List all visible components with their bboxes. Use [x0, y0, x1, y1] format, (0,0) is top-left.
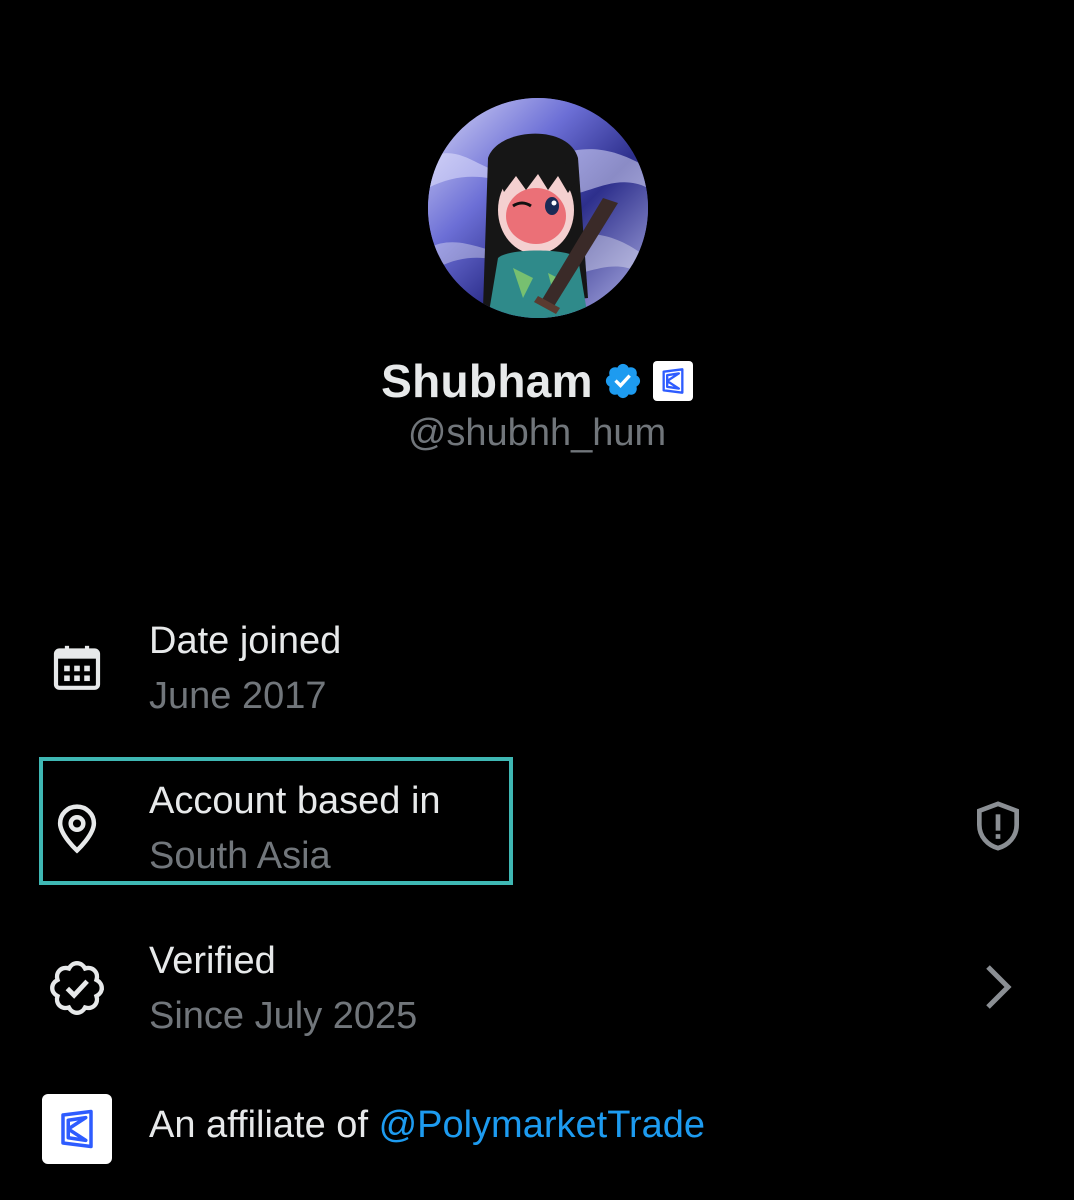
date-joined-label: Date joined — [149, 620, 342, 662]
date-joined-value: June 2017 — [149, 675, 327, 717]
profile-avatar[interactable] — [428, 98, 648, 318]
affiliate-link[interactable]: @PolymarketTrade — [379, 1104, 706, 1146]
verified-badge-icon[interactable] — [603, 361, 643, 401]
profile-name-row: Shubham — [0, 350, 1074, 412]
profile-handle: @shubhh_hum — [407, 412, 667, 454]
affiliate-logo[interactable] — [42, 1094, 112, 1164]
highlight-box — [39, 757, 513, 885]
shield-alert-icon[interactable] — [970, 798, 1026, 854]
verified-value: Since July 2025 — [149, 995, 418, 1037]
verified-label: Verified — [149, 940, 276, 982]
affiliate-badge[interactable] — [652, 361, 693, 401]
polymarket-logo-icon — [61, 1109, 93, 1149]
anime-avatar-image — [428, 98, 648, 318]
display-name: Shubham — [381, 355, 593, 407]
polymarket-logo-icon — [662, 368, 684, 394]
affiliate-prefix: An affiliate of — [149, 1104, 379, 1146]
date-joined-row: Date joined June 2017 — [0, 618, 1074, 718]
chevron-right-icon[interactable] — [970, 959, 1026, 1015]
calendar-icon — [44, 635, 110, 701]
verified-row[interactable]: Verified Since July 2025 — [0, 938, 1074, 1038]
affiliate-text: An affiliate of @PolymarketTrade — [149, 1104, 705, 1147]
verified-check-icon — [44, 955, 110, 1021]
